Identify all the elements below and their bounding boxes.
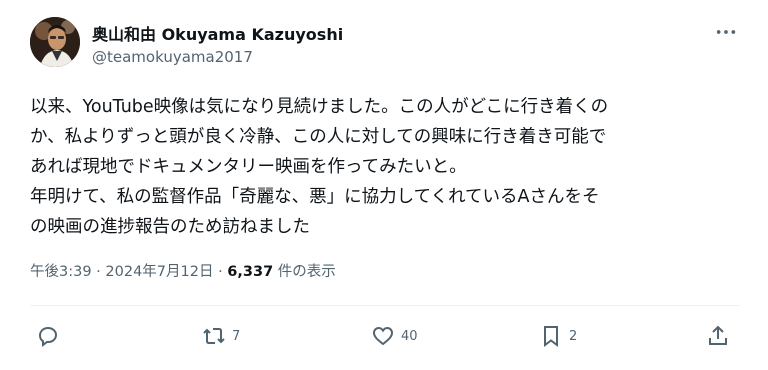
bookmark-count: 2 bbox=[569, 328, 578, 344]
reply-button[interactable] bbox=[36, 318, 66, 354]
tweet-text-line: 年明けて、私の監督作品「奇麗な、悪」に協力してくれているAさんをそ bbox=[30, 187, 600, 207]
meta-separator: · bbox=[213, 264, 228, 280]
views-label: 件の表示 bbox=[273, 264, 336, 280]
divider bbox=[30, 305, 740, 306]
tweet-card: 奥山和由 Okuyama Kazuyoshi @teamokuyama2017 … bbox=[0, 0, 768, 370]
avatar[interactable] bbox=[30, 17, 80, 67]
display-name[interactable]: 奥山和由 Okuyama Kazuyoshi bbox=[92, 21, 343, 45]
tweet-meta: 午後3:39 · 2024年7月12日 · 6,337 件の表示 bbox=[30, 260, 336, 281]
action-bar: 7 40 2 bbox=[0, 318, 768, 354]
meta-separator: · bbox=[91, 264, 106, 280]
tweet-text-line: あれば現地でドキュメンタリー映画を作ってみたいと。 bbox=[30, 157, 467, 177]
avatar-photo bbox=[30, 17, 80, 67]
reply-icon bbox=[38, 326, 58, 347]
bookmark-button[interactable]: 2 bbox=[539, 318, 577, 354]
tweet-time[interactable]: 午後3:39 bbox=[30, 264, 92, 280]
retweet-icon bbox=[203, 328, 225, 344]
share-button[interactable] bbox=[706, 318, 730, 354]
like-button[interactable]: 40 bbox=[371, 318, 418, 354]
retweet-count: 7 bbox=[232, 328, 241, 344]
heart-icon bbox=[372, 326, 394, 346]
tweet-text-line: の映画の進捗報告のため訪ねました bbox=[30, 217, 310, 237]
tweet-text: 以来、YouTube映像は気になり見続けました。この人がどこに行き着くの か、私… bbox=[30, 92, 742, 242]
like-count: 40 bbox=[401, 328, 418, 344]
tweet-text-line: か、私よりずっと頭が良く冷静、この人に対しての興味に行き着き可能で bbox=[30, 127, 607, 147]
tweet-text-line: 以来、YouTube映像は気になり見続けました。この人がどこに行き着くの bbox=[30, 97, 609, 117]
share-icon bbox=[709, 325, 727, 345]
more-icon bbox=[716, 30, 736, 34]
views-count[interactable]: 6,337 bbox=[227, 264, 273, 280]
more-options-button[interactable] bbox=[712, 22, 740, 42]
bookmark-icon bbox=[544, 326, 558, 347]
retweet-button[interactable]: 7 bbox=[202, 318, 240, 354]
user-handle[interactable]: @teamokuyama2017 bbox=[92, 48, 253, 66]
tweet-date[interactable]: 2024年7月12日 bbox=[105, 264, 213, 280]
